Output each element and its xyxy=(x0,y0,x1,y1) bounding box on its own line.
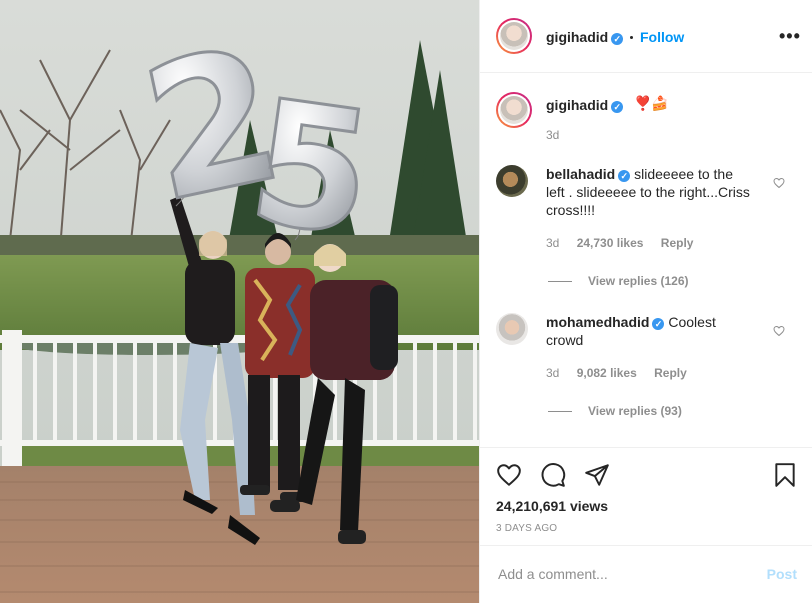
post-actions: 24,210,691 views 3 DAYS AGO xyxy=(480,447,812,545)
heart-icon[interactable] xyxy=(496,462,522,488)
views-count[interactable]: 24,210,691 views xyxy=(496,498,608,514)
comment-meta: 3d 24,730 likes Reply xyxy=(546,236,707,250)
comment-text-line: cross!!!! xyxy=(546,202,596,218)
post-age[interactable]: 3 DAYS AGO xyxy=(496,523,557,534)
view-replies-label[interactable]: View replies (126) xyxy=(588,274,689,288)
author-avatar[interactable] xyxy=(496,18,532,54)
comment-reply-button[interactable]: Reply xyxy=(661,236,694,250)
comment-text-line: Coolest xyxy=(668,314,716,330)
post-comment-button[interactable]: Post xyxy=(767,566,797,582)
comment-text-line: slideeeee to the xyxy=(634,166,733,182)
replies-divider xyxy=(548,280,572,282)
caption-username-text[interactable]: gigihadid xyxy=(546,97,608,113)
photo-scene: 2 5 xyxy=(0,0,479,603)
more-options-icon[interactable]: ••• xyxy=(779,26,801,47)
comment-timestamp[interactable]: 3d xyxy=(546,366,559,380)
separator-dot xyxy=(630,36,633,39)
comment-username[interactable]: bellahadid xyxy=(546,166,615,182)
comment-like-heart-icon[interactable] xyxy=(773,325,785,337)
view-replies-button[interactable]: View replies (93) xyxy=(548,404,682,418)
comment-text-line: left . slideeeee to the right...Criss xyxy=(546,184,750,200)
comment-text-line: crowd xyxy=(546,332,584,348)
post-header: gigihadid ✓ Follow ••• xyxy=(480,0,812,73)
verified-badge-icon: ✓ xyxy=(652,318,665,330)
verified-badge-icon: ✓ xyxy=(611,33,624,45)
comment-composer: Add a comment... Post xyxy=(480,545,812,603)
verified-badge-icon: ✓ xyxy=(611,101,624,113)
author-username-text[interactable]: gigihadid xyxy=(546,29,608,45)
comment-body: mohamedhadid ✓ Coolest crowd xyxy=(546,313,796,349)
instagram-post-view: 2 5 gigihadid ✓ Follow ••• gigihadid ✓ ❣️🍰… xyxy=(0,0,812,603)
comment-timestamp[interactable]: 3d xyxy=(546,236,559,250)
view-replies-label[interactable]: View replies (93) xyxy=(588,404,682,418)
caption-timestamp[interactable]: 3d xyxy=(546,128,559,142)
comment-body: bellahadid ✓ slideeeee to the left . slid… xyxy=(546,165,796,219)
caption-username[interactable]: gigihadid ✓ xyxy=(546,97,624,113)
comment-likes-count[interactable]: 9,082 likes xyxy=(577,366,637,380)
comment-input[interactable]: Add a comment... xyxy=(498,566,608,582)
view-replies-button[interactable]: View replies (126) xyxy=(548,274,689,288)
bookmark-icon[interactable] xyxy=(772,462,798,488)
post-photo[interactable]: 2 5 xyxy=(0,0,479,603)
comment-like-heart-icon[interactable] xyxy=(773,177,785,189)
commenter-avatar[interactable] xyxy=(496,165,528,197)
post-side-panel: gigihadid ✓ Follow ••• gigihadid ✓ ❣️🍰 3d … xyxy=(479,0,812,603)
comment-likes-count[interactable]: 24,730 likes xyxy=(577,236,644,250)
paper-plane-icon[interactable] xyxy=(584,462,610,488)
caption-avatar[interactable] xyxy=(496,92,532,128)
comment-meta: 3d 9,082 likes Reply xyxy=(546,366,701,380)
comment-username[interactable]: mohamedhadid xyxy=(546,314,649,330)
comment-reply-button[interactable]: Reply xyxy=(654,366,687,380)
verified-badge-icon: ✓ xyxy=(618,170,631,182)
replies-divider xyxy=(548,410,572,412)
caption-text: ❣️🍰 xyxy=(634,95,669,111)
author-username[interactable]: gigihadid ✓ xyxy=(546,29,624,45)
follow-button[interactable]: Follow xyxy=(640,29,684,45)
comment-icon[interactable] xyxy=(540,462,566,488)
commenter-avatar[interactable] xyxy=(496,313,528,345)
